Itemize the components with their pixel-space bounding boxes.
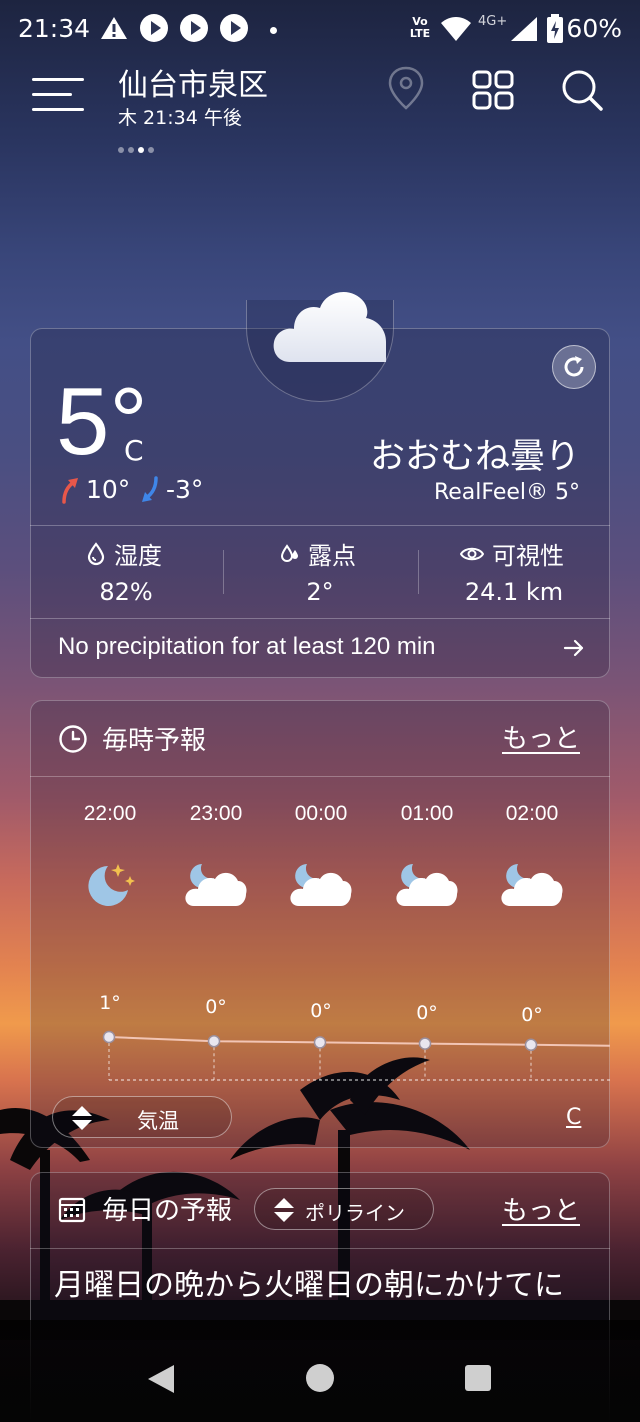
precipitation-text[interactable]: No precipitation for at least 120 min: [58, 633, 436, 661]
hour-time: 23:00: [189, 802, 243, 825]
moon-stars-icon: [88, 864, 135, 906]
recents-button[interactable]: [465, 1365, 491, 1391]
temperature-metric-selector[interactable]: 気温: [52, 1096, 232, 1138]
page-dot: [148, 147, 154, 153]
hour-temperature: 0°: [310, 1000, 332, 1022]
hour-time: 02:00: [505, 802, 559, 825]
cloudy-night-icon: [290, 864, 352, 906]
visibility-value: 24.1 km: [464, 578, 564, 606]
play-notification-icon: [220, 14, 248, 42]
daily-more-link[interactable]: もっと: [502, 1190, 580, 1227]
daily-title: 毎日の予報: [102, 1196, 233, 1226]
battery-icon: [547, 14, 563, 43]
hour-temperature: 0°: [205, 996, 227, 1018]
low-temperature: -3°: [166, 475, 204, 504]
location-datetime: 木 21:34 午後: [118, 107, 242, 129]
sort-up-down-icon: [274, 1198, 294, 1222]
page-dot: [128, 147, 134, 153]
signal-icon: [511, 17, 537, 41]
hour-time: 01:00: [400, 802, 454, 825]
hourly-title: 毎時予報: [102, 726, 207, 756]
arrow-right-icon[interactable]: [562, 636, 586, 660]
more-notifications-dot: [270, 27, 277, 34]
condition-text: おおむね曇り: [369, 437, 580, 477]
network-type: 4G+: [478, 14, 508, 29]
cloudy-night-icon: [396, 864, 458, 906]
calendar-icon: [58, 1197, 86, 1223]
back-icon[interactable]: [146, 1363, 176, 1395]
visibility-label: 可視性: [460, 536, 564, 571]
hourly-more-link[interactable]: もっと: [502, 718, 580, 755]
humidity-label: 湿度: [86, 536, 162, 571]
dew-point-icon: [280, 543, 298, 562]
location-title[interactable]: 仙台市泉区: [118, 60, 268, 104]
realfeel-value: 5°: [555, 480, 580, 505]
status-time: 21:34: [18, 14, 91, 43]
divider: [30, 776, 610, 777]
humidity-drop-icon: [87, 541, 105, 565]
eye-icon: [460, 547, 484, 560]
play-notification-icon: [140, 14, 168, 42]
humidity-value: 82%: [99, 578, 153, 606]
realfeel: RealFeel® 5°: [434, 480, 580, 505]
temperature-point: [207, 1034, 221, 1048]
refresh-icon: [564, 356, 584, 377]
temperature-selector-label: 気温: [137, 1109, 179, 1133]
menu-icon[interactable]: [32, 74, 84, 116]
home-button[interactable]: [306, 1364, 334, 1392]
sort-up-down-icon: [72, 1106, 92, 1130]
grid-view-icon[interactable]: [472, 70, 514, 110]
hour-time: 00:00: [294, 802, 348, 825]
battery-percent: 60%: [566, 14, 622, 43]
high-temperature: 10°: [86, 475, 131, 504]
page-dot: [118, 147, 124, 153]
location-pin-icon[interactable]: [386, 66, 426, 110]
hour-temperature: 1°: [99, 992, 121, 1014]
refresh-button[interactable]: [552, 345, 596, 389]
volte-icon: Vo LTE: [409, 15, 431, 40]
unit-toggle-link[interactable]: C: [566, 1105, 581, 1130]
divider: [30, 1248, 610, 1249]
temperature-point: [102, 1030, 116, 1044]
temperature-unit: C: [124, 434, 144, 467]
search-icon[interactable]: [560, 68, 604, 112]
warning-icon: [101, 17, 127, 39]
cloudy-night-icon: [501, 864, 563, 906]
page-indicator: [118, 138, 158, 153]
temperature-point: [524, 1038, 538, 1052]
cloud-icon: [273, 291, 386, 362]
dew-point-label: 露点: [280, 536, 356, 571]
play-notification-icon: [180, 14, 208, 42]
wifi-icon: [441, 17, 471, 41]
high-temp-arrow-icon: [62, 478, 78, 504]
temperature-point: [418, 1037, 432, 1050]
divider: [223, 550, 224, 594]
divider: [30, 618, 610, 619]
dew-point-value: 2°: [306, 578, 334, 606]
chart-style-selector[interactable]: ポリライン: [254, 1188, 434, 1230]
clock-icon: [59, 725, 87, 753]
temperature-point: [313, 1036, 327, 1049]
temperature-graph: [102, 1030, 610, 1081]
cloudy-night-icon: [185, 864, 247, 906]
divider: [418, 550, 419, 594]
low-temp-arrow-icon: [142, 476, 158, 502]
page-dot: [138, 147, 144, 153]
divider: [30, 525, 610, 526]
daily-summary-text: 月曜日の晩から火曜日の朝にかけてに: [54, 1268, 564, 1303]
hour-time: 22:00: [83, 802, 137, 825]
chart-style-label: ポリライン: [305, 1201, 405, 1225]
realfeel-label: RealFeel®: [433, 480, 548, 505]
status-bar: [0, 0, 640, 60]
